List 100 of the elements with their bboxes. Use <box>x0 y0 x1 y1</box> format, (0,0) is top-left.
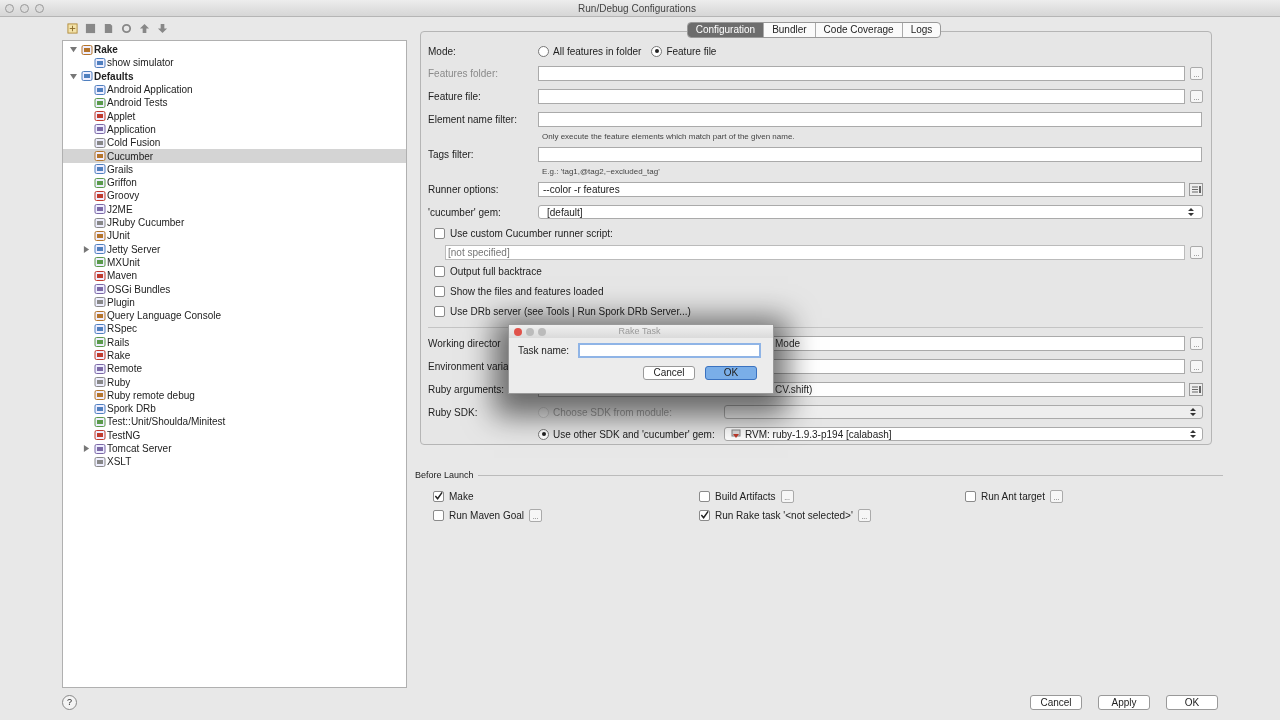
tree-item[interactable]: Application <box>63 122 406 137</box>
checkbox[interactable] <box>434 305 445 317</box>
checkbox[interactable] <box>434 265 445 277</box>
text-field[interactable]: --color -r features <box>538 182 1185 197</box>
dialog-title: Rake Task <box>618 324 661 338</box>
sdk-icon <box>731 429 741 439</box>
tab[interactable]: Code Coverage <box>814 23 902 37</box>
checkbox[interactable] <box>433 490 444 502</box>
tree-item[interactable]: Rake <box>63 43 406 57</box>
text-field[interactable] <box>538 66 1185 81</box>
dropdown[interactable]: [default] <box>538 205 1203 219</box>
tree-item[interactable]: OSGi Bundles <box>63 282 406 296</box>
tree-item[interactable]: TestNG <box>63 428 406 442</box>
tree-item[interactable]: J2ME <box>63 202 406 216</box>
expanded-arrow-icon[interactable] <box>70 46 77 54</box>
tab[interactable]: Logs <box>901 23 941 37</box>
tree-item[interactable]: Test::Unit/Shoulda/Minitest <box>63 415 406 429</box>
text-field[interactable] <box>538 89 1185 104</box>
collapsed-arrow-icon[interactable] <box>83 445 90 453</box>
tree-label: Griffon <box>107 176 137 191</box>
collapsed-arrow-icon[interactable] <box>83 245 90 253</box>
dialog-button[interactable]: Cancel <box>1030 695 1082 710</box>
tree-item[interactable]: Ruby <box>63 375 406 389</box>
config-icon <box>94 322 106 335</box>
tree-item[interactable]: MXUnit <box>63 255 406 270</box>
checkbox[interactable] <box>699 509 710 521</box>
task-name-field[interactable] <box>578 342 762 358</box>
config-icon <box>94 283 106 295</box>
tree-item[interactable]: Jetty Server <box>63 242 406 256</box>
tree-item[interactable]: XSLT <box>63 455 406 469</box>
checkbox[interactable] <box>699 490 710 502</box>
tree-label: JUnit <box>107 229 130 244</box>
dialog-button[interactable]: OK <box>1166 695 1218 710</box>
expand-icon[interactable] <box>1189 383 1203 396</box>
radio-label: Use other SDK and 'cucumber' gem: <box>553 427 715 442</box>
config-icon <box>94 349 106 362</box>
tree-item[interactable]: show simulator <box>63 56 406 70</box>
tree-label: OSGi Bundles <box>107 282 171 297</box>
close-icon[interactable] <box>514 327 522 336</box>
tree-item[interactable]: Android Tests <box>63 96 406 110</box>
zoom-icon[interactable] <box>35 3 44 13</box>
dropdown[interactable]: RVM: ruby-1.9.3-p194 [calabash] <box>724 427 1203 441</box>
tree-item[interactable]: JRuby Cucumber <box>63 215 406 230</box>
help-button[interactable]: ? <box>62 695 77 710</box>
tree-item[interactable]: Tomcat Server <box>63 441 406 456</box>
tree-item[interactable]: Query Language Console <box>63 308 406 323</box>
checkbox[interactable] <box>433 509 444 521</box>
radio-label: All features in folder <box>553 44 642 59</box>
tree-item[interactable]: Plugin <box>63 295 406 309</box>
tree-label: Jetty Server <box>107 242 161 257</box>
tree-item[interactable]: Cucumber <box>63 149 406 163</box>
text-field[interactable] <box>538 112 1202 127</box>
tree-item[interactable]: Rake <box>63 348 406 363</box>
up-arrow-icon[interactable] <box>139 23 150 34</box>
config-icon <box>94 442 106 455</box>
add-icon[interactable] <box>67 23 78 34</box>
tree-item[interactable]: Defaults <box>63 69 406 83</box>
tab[interactable]: Bundler <box>763 23 815 37</box>
field-label: Environment varia <box>428 361 509 372</box>
text-field[interactable] <box>538 147 1202 162</box>
dropdown[interactable] <box>724 405 1203 419</box>
checkbox-label: Use DRb server (see Tools | Run Spork DRb Server...) <box>450 304 691 319</box>
dialog-button[interactable]: Apply <box>1098 695 1150 710</box>
close-icon[interactable] <box>5 3 14 13</box>
field-label: Working director <box>428 338 501 349</box>
tree-label: Rake <box>94 43 118 58</box>
tree-item[interactable]: JUnit <box>63 229 406 243</box>
minimize-icon[interactable] <box>20 3 29 13</box>
stop-icon[interactable] <box>85 23 96 34</box>
tree-item[interactable]: Rails <box>63 335 406 349</box>
down-arrow-icon[interactable] <box>157 23 168 34</box>
config-icon <box>94 296 106 309</box>
config-icon <box>94 309 106 322</box>
tree-item[interactable]: Maven <box>63 269 406 283</box>
tree-item[interactable]: Cold Fusion <box>63 136 406 150</box>
radio-button[interactable] <box>651 45 663 57</box>
tree-item[interactable]: Ruby remote debug <box>63 388 406 402</box>
tree-item[interactable]: Spork DRb <box>63 402 406 416</box>
tree-item[interactable]: RSpec <box>63 322 406 336</box>
checkbox[interactable] <box>434 285 445 297</box>
tree-item[interactable]: Griffon <box>63 175 406 190</box>
radio-button[interactable] <box>538 428 549 440</box>
section-title: Before Launch <box>415 469 474 482</box>
tree-item[interactable]: Android Application <box>63 82 406 97</box>
copy-icon[interactable] <box>103 23 114 34</box>
tree-item[interactable]: Grails <box>63 162 406 176</box>
dialog-button[interactable]: Cancel <box>643 366 695 380</box>
expanded-arrow-icon[interactable] <box>70 72 77 80</box>
dialog-button[interactable]: OK <box>705 366 757 380</box>
tree-item[interactable]: Remote <box>63 362 406 376</box>
checkbox[interactable] <box>434 227 445 239</box>
tree-label: Tomcat Server <box>107 442 172 457</box>
expand-icon[interactable] <box>1189 183 1203 196</box>
tab[interactable]: Configuration <box>687 23 764 37</box>
text-field[interactable]: [not specified] <box>445 244 1185 260</box>
checkbox[interactable] <box>965 490 976 502</box>
radio-button[interactable] <box>538 45 549 57</box>
tree-label: RSpec <box>107 322 137 337</box>
tree-item[interactable]: Groovy <box>63 189 406 203</box>
tree-item[interactable]: Applet <box>63 109 406 123</box>
